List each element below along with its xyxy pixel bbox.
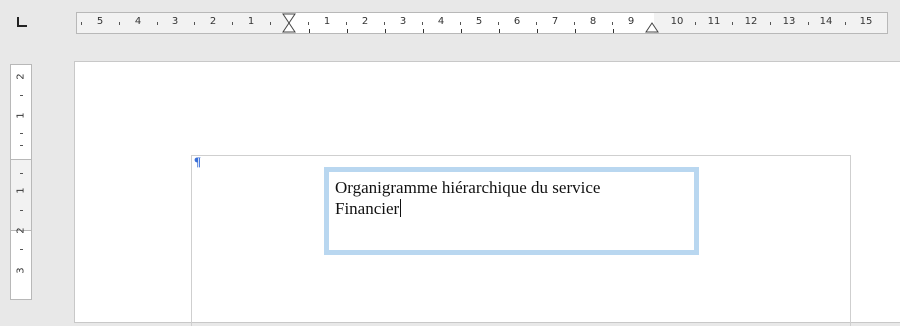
vertical-ruler-tick [20,249,23,250]
vertical-ruler-tick [20,133,23,134]
ruler-tick [536,22,537,25]
ruler-tick [384,22,385,25]
ruler-tick [808,22,809,25]
vertical-ruler-tick [20,95,23,96]
ruler-tick [270,22,271,25]
ruler-number: 3 [399,16,407,27]
ruler-left-margin [77,13,290,33]
vertical-ruler-number: 1 [15,187,27,194]
ruler-number: 13 [782,16,796,27]
ruler-number: 9 [627,16,635,27]
ruler-tick [157,22,158,25]
vertical-ruler-tick [20,173,23,174]
frame-text[interactable]: Organigramme hiérarchique du service Fin… [335,177,688,219]
default-tab-stop [575,29,576,33]
ruler-number: 1 [323,16,331,27]
ruler-number: 11 [707,16,721,27]
text-cursor [400,199,402,217]
ruler-tick [574,22,575,25]
vertical-ruler[interactable]: 2 1 1 2 3 [10,64,32,300]
ruler-tick [732,22,733,25]
ruler-number: 4 [134,16,142,27]
vertical-ruler-number: 1 [15,112,27,119]
default-tab-stop [499,29,500,33]
ruler-tick [695,22,696,25]
ruler-number: 14 [819,16,833,27]
vertical-ruler-tick [20,210,23,211]
ruler-tick [81,22,82,25]
ruler-number: 1 [247,16,255,27]
ruler-number: 2 [209,16,217,27]
hourglass-indent-icon[interactable] [282,13,296,33]
vertical-ruler-tick [20,145,23,146]
default-tab-stop [613,29,614,33]
ruler-tick [346,22,347,25]
ruler-number: 6 [513,16,521,27]
ruler-number: 12 [744,16,758,27]
vertical-ruler-number: 2 [15,227,27,234]
vertical-ruler-number: 2 [15,73,27,80]
ruler-number: 3 [171,16,179,27]
document-canvas[interactable]: ¶ Organigramme hiérarchique du service F… [36,48,900,326]
ruler-number: 8 [589,16,597,27]
vertical-ruler-number: 3 [15,267,27,274]
left-tab-icon [17,17,27,27]
document-page[interactable]: ¶ Organigramme hiérarchique du service F… [74,61,900,326]
triangle-indent-icon[interactable] [645,13,659,33]
ruler-number: 15 [859,16,873,27]
paragraph-mark: ¶ [194,154,202,169]
horizontal-ruler[interactable]: 5 4 3 2 1 1 2 3 4 5 6 7 8 9 10 11 12 13 … [76,12,888,34]
frame-text-line: Organigramme hiérarchique du service [335,178,601,197]
default-tab-stop [537,29,538,33]
default-tab-stop [309,29,310,33]
ruler-number: 2 [361,16,369,27]
horizontal-ruler-bar: 5 4 3 2 1 1 2 3 4 5 6 7 8 9 10 11 12 13 … [0,0,900,48]
ruler-tick [770,22,771,25]
ruler-tick [612,22,613,25]
text-frame[interactable]: Organigramme hiérarchique du service Fin… [324,167,699,255]
ruler-tick [194,22,195,25]
ruler-tick [845,22,846,25]
ruler-right-margin [654,13,887,33]
ruler-tick [422,22,423,25]
ruler-tick [119,22,120,25]
default-tab-stop [461,29,462,33]
default-tab-stop [423,29,424,33]
ruler-number: 4 [437,16,445,27]
default-tab-stop [385,29,386,33]
ruler-number: 5 [475,16,483,27]
ruler-number: 10 [670,16,684,27]
ruler-number: 5 [96,16,104,27]
frame-text-line: Financier [335,199,400,218]
ruler-tick [460,22,461,25]
default-tab-stop [347,29,348,33]
ruler-tick [498,22,499,25]
ruler-tick [308,22,309,25]
tab-stop-selector[interactable] [8,10,36,32]
ruler-tick [232,22,233,25]
ruler-number: 7 [551,16,559,27]
